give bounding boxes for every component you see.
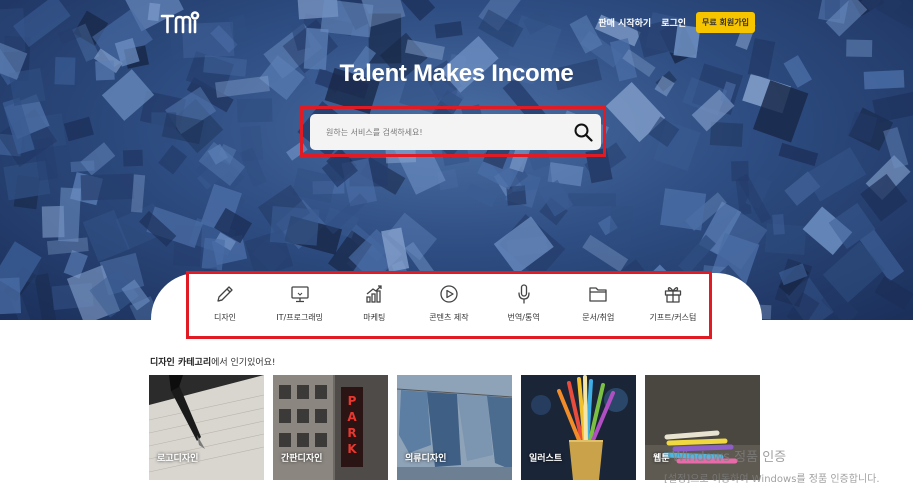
card-clothing-design[interactable]: 의류디자인 [397,375,512,480]
card-label: 일러스트 [529,454,563,464]
sign-letter-a: A [347,410,357,424]
pencil-icon [217,286,233,302]
sign-letter-r: R [347,426,356,440]
category-documents-jobs[interactable]: 문서/취업 [561,283,635,323]
hero-texture-shard [568,193,616,207]
category-list: 디자인 IT/프로그래밍 마케팅 콘텐츠 제작 번역/통역 문서/취업 기프트/… [188,283,710,323]
page: 판매 시작하기 로그인 무료 회원가입 Talent Makes Income … [0,0,913,483]
popular-heading: 디자인 카테고리에서 인기있어요! [150,355,276,368]
category-label: 문서/취업 [582,313,615,322]
login-link[interactable]: 로그인 [661,16,686,29]
monitor-icon [291,286,309,303]
hero-texture-shard [269,205,320,246]
category-design[interactable]: 디자인 [188,283,262,323]
clothes-line-photo [397,375,512,480]
colored-pencils-photo [521,375,636,480]
hero-texture-shard [764,223,807,256]
search-bar [310,114,601,150]
category-translation[interactable]: 번역/통역 [487,283,561,323]
popular-heading-category: 디자인 카테고리 [150,358,212,368]
start-selling-link[interactable]: 판매 시작하기 [598,16,651,29]
hero-texture-shard [772,213,785,235]
hero-texture-shard [70,160,95,173]
play-icon [440,285,458,303]
hero-texture-shard [0,277,22,316]
category-label: 기프트/커스텀 [649,313,697,322]
microphone-icon [517,284,530,304]
hero-texture-shard [201,237,226,271]
category-label: 콘텐츠 제작 [429,313,469,322]
signup-button[interactable]: 무료 회원가입 [696,12,755,33]
category-gift-custom[interactable]: 기프트/커스텀 [636,283,710,323]
sign-letter-p: P [348,394,357,408]
chart-icon [366,285,382,303]
hero-texture-shard [237,98,273,123]
card-label: 간판디자인 [281,454,323,464]
hero-texture-shard [122,149,143,167]
card-label: 웹툰 [653,454,670,464]
hero-texture-shard [874,276,913,310]
tmi-logo[interactable] [160,10,200,36]
hero-texture-shard [58,187,81,242]
popular-card-list: 로고디자인 P A R K 간판디자인 의류디자인 일러스트 웹툰 [149,375,760,480]
hero-texture-shard [778,142,819,167]
hero-texture-shard [846,39,873,58]
hero-texture-shard [434,21,463,39]
card-illustration[interactable]: 일러스트 [521,375,636,480]
hero-texture-shard [660,188,707,231]
hero-texture-shard [872,89,913,123]
card-sign-design[interactable]: P A R K 간판디자인 [273,375,388,480]
hero-texture-shard [63,116,94,142]
gift-icon [664,287,682,303]
category-it-programming[interactable]: IT/프로그래밍 [263,283,337,323]
hero-texture-shard [239,125,264,162]
category-label: 디자인 [213,313,237,322]
category-label: IT/프로그래밍 [276,313,324,322]
windows-activation-watermark-text: [설정]으로 이동하여 Windows를 정품 인증합니다. [664,474,880,483]
park-sign-photo: P A R K [273,375,388,480]
search-input[interactable] [310,114,560,150]
card-label: 의류디자인 [405,454,447,464]
windows-activation-watermark-title: Windows 정품 인증 [672,450,787,465]
hero-texture-shard [709,121,744,147]
card-logo-design[interactable]: 로고디자인 [149,375,264,480]
category-label: 마케팅 [363,313,386,322]
card-label: 로고디자인 [157,454,199,464]
folder-icon [589,287,607,302]
hero-texture-shard [158,144,188,175]
hero-texture-shard [80,173,134,201]
category-marketing[interactable]: 마케팅 [337,283,411,323]
top-navigation: 판매 시작하기 로그인 무료 회원가입 [598,12,755,33]
hero-title: Talent Makes Income [339,60,574,87]
category-label: 번역/통역 [507,313,540,322]
sign-letter-k: K [347,442,357,456]
hero-texture-shard [465,183,498,208]
popular-heading-text: 에서 인기있어요! [211,358,276,368]
hero-texture-shard [320,0,374,38]
search-icon[interactable] [573,122,593,142]
category-content-creation[interactable]: 콘텐츠 제작 [412,283,486,323]
fountain-pen-photo [149,375,264,480]
